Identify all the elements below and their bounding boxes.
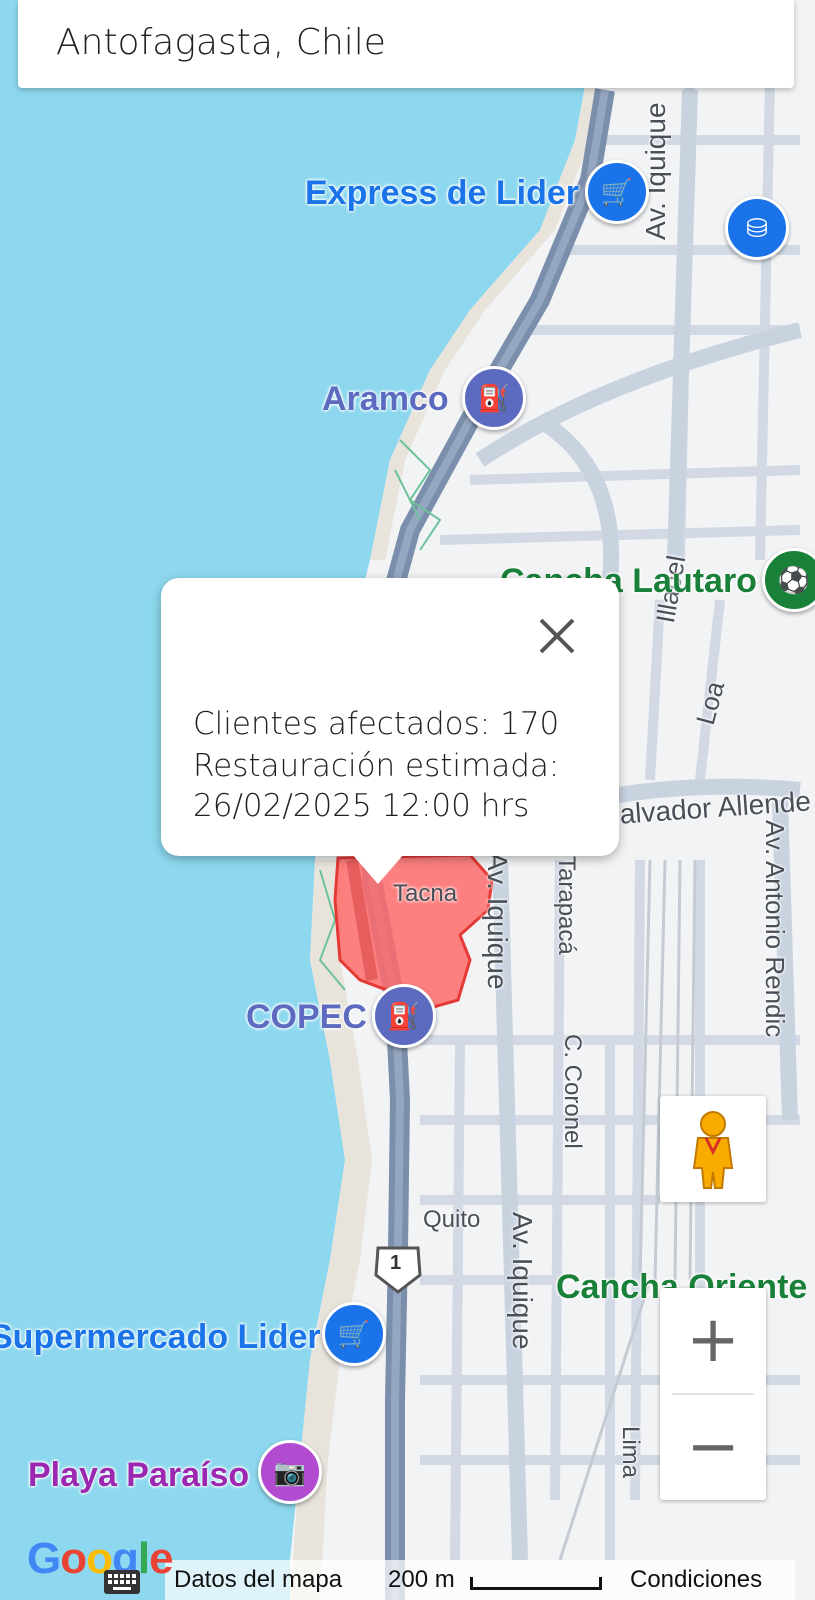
shopping-cart-icon[interactable]: 🛒 xyxy=(322,1302,386,1366)
poi-label-supermercado-lider[interactable]: Supermercado Lider xyxy=(0,1318,321,1357)
zoom-controls: + − xyxy=(660,1288,766,1500)
restoration-time: 26/02/2025 12:00 hrs xyxy=(193,788,530,824)
map-data-link[interactable]: Datos del mapa xyxy=(174,1566,342,1594)
zoom-out-button[interactable]: − xyxy=(660,1395,766,1500)
map-footer: Google Datos del mapa 200 m Condiciones xyxy=(0,1534,815,1600)
highway-shield-number: 1 xyxy=(390,1252,402,1274)
street-label: Av. Iquique xyxy=(482,852,513,990)
info-window-pointer xyxy=(352,854,404,884)
keyboard-shortcuts-icon[interactable] xyxy=(104,1570,140,1594)
street-label: Lima xyxy=(617,1426,644,1479)
pegman-icon xyxy=(692,1111,734,1189)
scale-bar xyxy=(470,1577,602,1590)
poi-label-express-lider[interactable]: Express de Lider xyxy=(305,174,579,213)
gas-station-icon[interactable]: ⛽ xyxy=(372,984,436,1048)
poi-label-playa-paraiso[interactable]: Playa Paraíso xyxy=(28,1456,249,1495)
street-label: C. Coronel xyxy=(559,1034,586,1149)
affected-clients: Clientes afectados: 170 xyxy=(193,706,560,742)
street-label: Quito xyxy=(423,1206,481,1233)
poi-label-aramco[interactable]: Aramco xyxy=(322,380,449,419)
poi-label-copec[interactable]: COPEC xyxy=(246,998,367,1037)
search-input[interactable]: Antofagasta, Chile xyxy=(56,22,386,63)
zoom-in-button[interactable]: + xyxy=(660,1288,766,1393)
gas-station-icon[interactable]: ⛽ xyxy=(462,366,526,430)
street-label: Av. Antonio Rendic xyxy=(760,820,790,1038)
camera-icon[interactable]: 📷 xyxy=(258,1440,322,1504)
street-view-pegman-button[interactable] xyxy=(660,1096,766,1202)
street-label: Tarapacá xyxy=(553,856,580,955)
terms-link[interactable]: Condiciones xyxy=(630,1566,762,1594)
info-window: Clientes afectados: 170 Restauración est… xyxy=(161,578,619,856)
google-logo: Google xyxy=(27,1534,174,1583)
shopping-bag-icon[interactable]: ⛁ xyxy=(725,196,789,260)
close-icon[interactable] xyxy=(535,614,579,658)
street-label: Av. Iquique xyxy=(640,102,671,240)
restoration-label: Restauración estimada: xyxy=(193,748,560,784)
street-label: Tacna xyxy=(393,880,458,907)
shopping-cart-icon[interactable]: 🛒 xyxy=(585,160,649,224)
scale-label: 200 m xyxy=(388,1566,455,1593)
street-label: Av. Iquique xyxy=(507,1212,538,1350)
search-bar[interactable]: Antofagasta, Chile xyxy=(18,0,794,88)
